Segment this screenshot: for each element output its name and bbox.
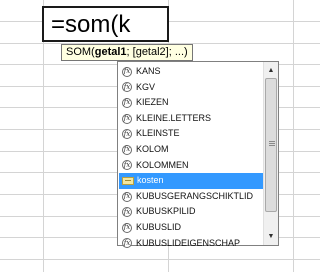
function-icon: fx — [122, 160, 132, 171]
autocomplete-item-label: KUBUSGERANGSCHIKTLID — [136, 190, 254, 201]
function-icon: fx — [122, 144, 132, 155]
autocomplete-item-label: KLEINSTE — [136, 128, 180, 139]
autocomplete-item[interactable]: fx KANS — [119, 64, 263, 80]
thumb-grip — [269, 145, 275, 146]
scroll-up-arrow-icon[interactable]: ▲ — [264, 63, 278, 77]
autocomplete-items: fx KANS fx KGV fx KIEZEN fx KLEINE.LETTERS fx KLE… — [119, 64, 263, 251]
function-argument-tooltip: SOM(getal1; [getal2]; ...) — [61, 44, 193, 61]
autocomplete-item[interactable]: fx KLEINE.LETTERS — [119, 111, 263, 127]
autocomplete-item[interactable]: kosten — [119, 173, 263, 189]
autocomplete-item[interactable]: fx KUBUSKPILID — [119, 204, 263, 220]
autocomplete-item-label: KUBUSLID — [136, 221, 182, 232]
function-icon: fx — [122, 238, 132, 249]
autocomplete-item[interactable]: fx KGV — [119, 80, 263, 96]
scrollbar-thumb[interactable] — [265, 78, 277, 212]
named-range-icon — [122, 176, 134, 185]
function-icon: fx — [122, 113, 132, 124]
function-icon: fx — [122, 207, 132, 218]
tooltip-current-argument[interactable]: getal1 — [95, 46, 127, 58]
autocomplete-item-label: KANS — [136, 66, 161, 76]
tooltip-function-name[interactable]: SOM( — [66, 46, 95, 58]
autocomplete-item-label: KOLOM — [136, 143, 169, 154]
formula-text: =som(k — [51, 11, 131, 38]
autocomplete-item[interactable]: fx KIEZEN — [119, 95, 263, 111]
active-cell-editor[interactable]: =som(k — [42, 6, 169, 42]
autocomplete-item[interactable]: fx KOLOMMEN — [119, 158, 263, 174]
autocomplete-item-label: KOLOMMEN — [136, 159, 189, 170]
autocomplete-item-label: kosten — [137, 175, 164, 186]
autocomplete-item-label: KGV — [136, 81, 156, 92]
formula-autocomplete-list[interactable]: fx KANS fx KGV fx KIEZEN fx KLEINE.LETTERS fx KLE… — [117, 61, 279, 249]
autocomplete-item-label: KUBUSLIDEIGENSCHAP — [136, 237, 241, 248]
function-icon: fx — [122, 129, 132, 140]
autocomplete-item[interactable]: fx KUBUSLID — [119, 220, 263, 236]
thumb-grip — [269, 143, 275, 144]
function-icon: fx — [122, 66, 132, 77]
autocomplete-item-label: KLEINE.LETTERS — [136, 112, 212, 123]
function-icon: fx — [122, 82, 132, 93]
row-gridline — [0, 259, 320, 260]
autocomplete-item[interactable]: fx KOLOM — [119, 142, 263, 158]
function-icon: fx — [122, 191, 132, 202]
autocomplete-scrollbar[interactable]: ▲ ▼ — [263, 62, 278, 245]
scroll-down-arrow-icon[interactable]: ▼ — [264, 229, 278, 243]
thumb-grip — [269, 141, 275, 142]
column-gridline — [293, 0, 294, 272]
autocomplete-item-label: KUBUSKPILID — [136, 206, 196, 217]
function-icon: fx — [122, 222, 132, 233]
tooltip-remaining-arguments: ; [getal2]; ...) — [126, 46, 188, 58]
autocomplete-item-label: KIEZEN — [136, 97, 169, 108]
function-icon: fx — [122, 97, 132, 108]
autocomplete-item[interactable]: fx KLEINSTE — [119, 126, 263, 142]
autocomplete-item[interactable]: fx KUBUSGERANGSCHIKTLID — [119, 189, 263, 205]
autocomplete-item[interactable]: fx KUBUSLIDEIGENSCHAP — [119, 236, 263, 252]
